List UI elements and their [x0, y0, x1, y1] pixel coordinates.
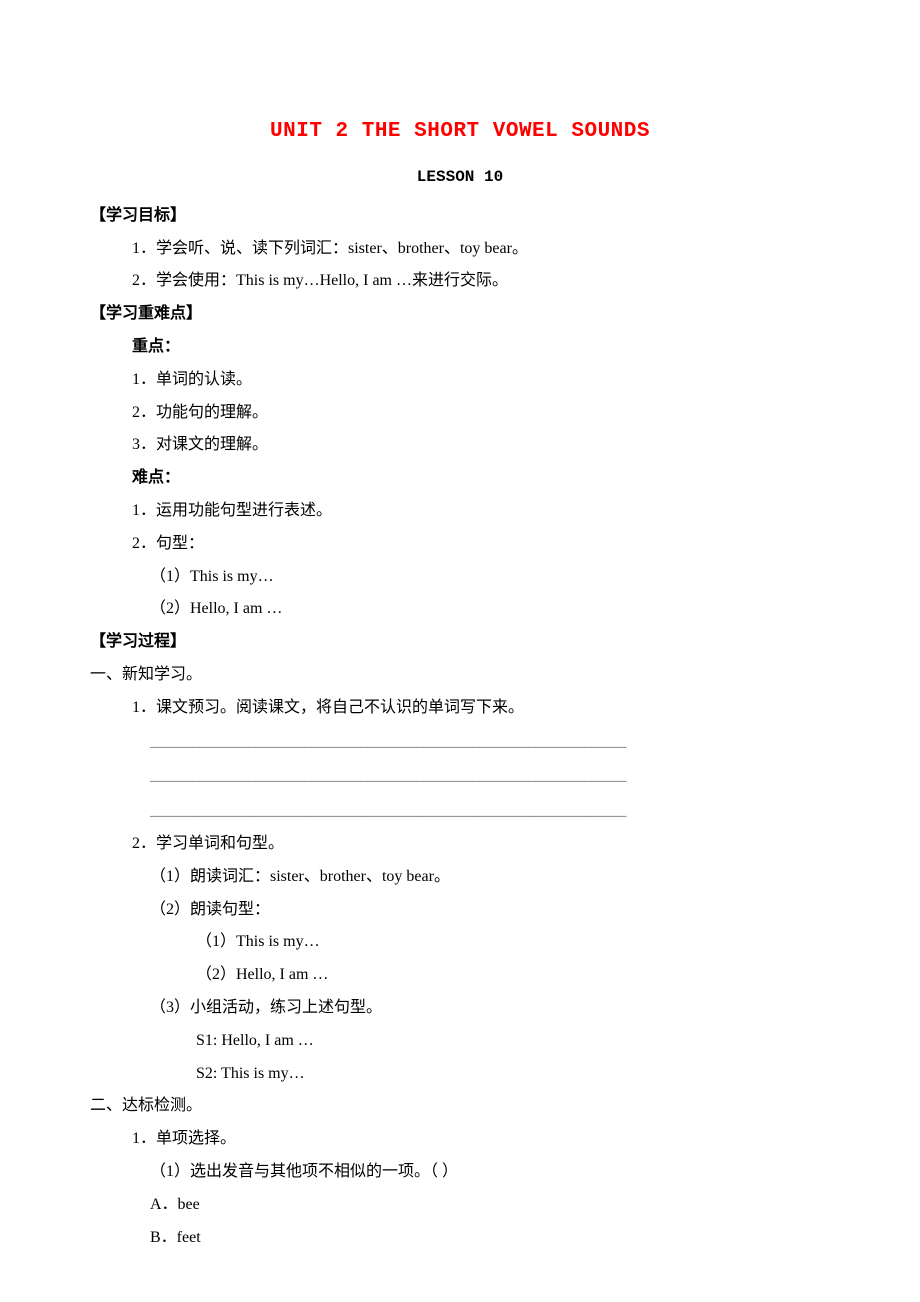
process-subsubitem: S1: Hello, I am … [90, 1025, 830, 1058]
nandian-subitem: （2）Hello, I am … [90, 593, 830, 626]
process-subsubitem: （1）This is my… [90, 926, 830, 959]
process-subitem: （2）朗读句型： [90, 894, 830, 927]
zhongdian-label: 重点： [90, 331, 830, 364]
lesson-subtitle: LESSON 10 [90, 161, 830, 194]
objective-item: 2．学会使用：This is my…Hello, I am …来进行交际。 [90, 265, 830, 298]
nandian-label: 难点： [90, 462, 830, 495]
blank-line: ________________________________________… [90, 725, 830, 760]
nandian-item: 2．句型： [90, 528, 830, 561]
quiz-item: 1．单项选择。 [90, 1123, 830, 1156]
quiz-option: B．feet [90, 1222, 830, 1255]
nandian-item: 1．运用功能句型进行表述。 [90, 495, 830, 528]
process-subitem: （3）小组活动，练习上述句型。 [90, 992, 830, 1025]
process-subitem: （1）朗读词汇：sister、brother、toy bear。 [90, 861, 830, 894]
blank-line: ________________________________________… [90, 759, 830, 794]
process-item: 1．课文预习。阅读课文，将自己不认识的单词写下来。 [90, 692, 830, 725]
process-subsubitem: （2）Hello, I am … [90, 959, 830, 992]
part1-label: 一、新知学习。 [90, 659, 830, 692]
unit-title: UNIT 2 THE SHORT VOWEL SOUNDS [90, 110, 830, 153]
objective-item: 1．学会听、说、读下列词汇：sister、brother、toy bear。 [90, 233, 830, 266]
quiz-question: （1）选出发音与其他项不相似的一项。（ ） [90, 1156, 830, 1189]
process-subsubitem: S2: This is my… [90, 1058, 830, 1091]
zhongdian-item: 3．对课文的理解。 [90, 429, 830, 462]
blank-line: ________________________________________… [90, 794, 830, 829]
zhongdian-item: 2．功能句的理解。 [90, 397, 830, 430]
part2-label: 二、达标检测。 [90, 1090, 830, 1123]
zhongdian-item: 1．单词的认读。 [90, 364, 830, 397]
objectives-header: 【学习目标】 [90, 200, 830, 233]
keypoints-header: 【学习重难点】 [90, 298, 830, 331]
quiz-option: A．bee [90, 1189, 830, 1222]
process-item: 2．学习单词和句型。 [90, 828, 830, 861]
process-header: 【学习过程】 [90, 626, 830, 659]
nandian-subitem: （1）This is my… [90, 561, 830, 594]
